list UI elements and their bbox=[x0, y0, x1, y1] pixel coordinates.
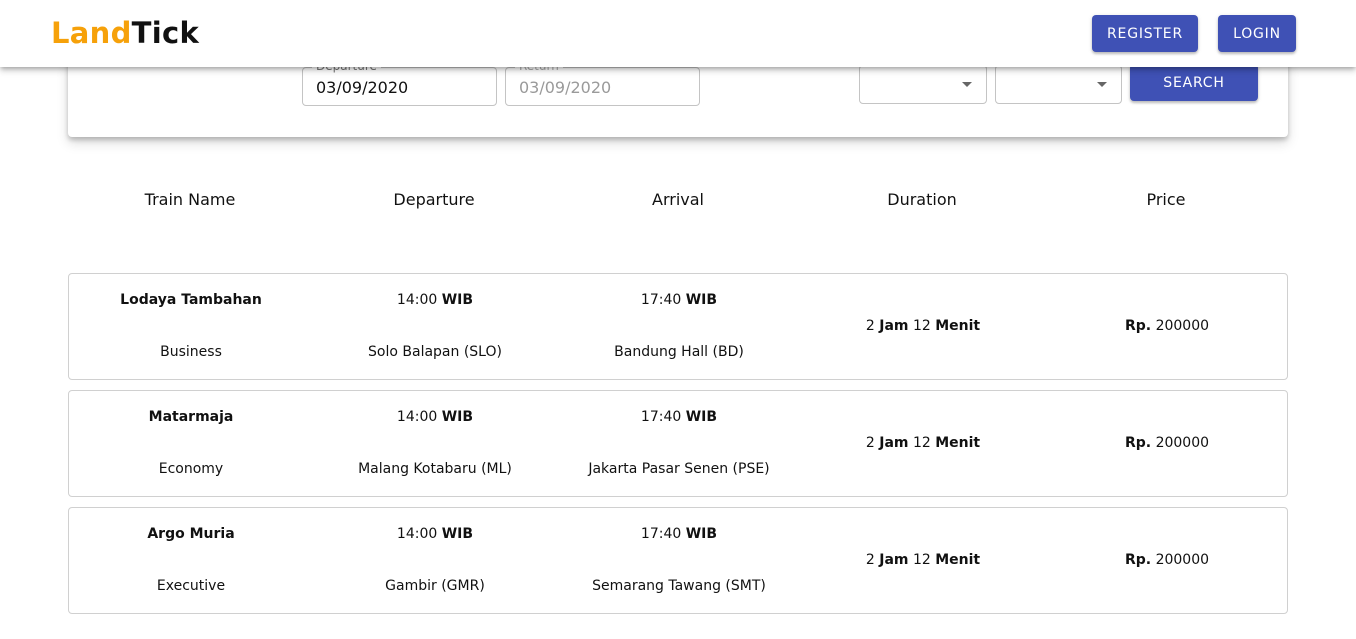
passenger-select-adult[interactable] bbox=[859, 65, 987, 104]
chevron-down-icon bbox=[1097, 82, 1107, 87]
train-row[interactable]: Matarmaja Economy 14:00 WIB Malang Kotab… bbox=[68, 390, 1288, 497]
price-currency: Rp. bbox=[1124, 435, 1152, 451]
arrival-station: Semarang Tawang (SMT) bbox=[592, 578, 766, 594]
arrival-time: 17:40 bbox=[640, 409, 682, 425]
duration-hours: 2 bbox=[865, 435, 875, 451]
departure-time: 14:00 bbox=[396, 526, 438, 542]
return-date-value[interactable]: 03/09/2020 bbox=[519, 78, 611, 97]
train-name: Argo Muria bbox=[147, 526, 235, 542]
header-arrival: Arrival bbox=[652, 190, 704, 209]
train-name: Matarmaja bbox=[148, 409, 234, 425]
duration-minutes: 12 bbox=[912, 552, 931, 568]
departure-time: 14:00 bbox=[396, 409, 438, 425]
departure-station: Malang Kotabaru (ML) bbox=[358, 461, 512, 477]
train-name-cell: Matarmaja Economy bbox=[69, 391, 313, 496]
price-currency: Rp. bbox=[1124, 318, 1152, 334]
price-currency: Rp. bbox=[1124, 552, 1152, 568]
train-class: Executive bbox=[156, 578, 226, 594]
duration-minutes-unit: Menit bbox=[935, 318, 981, 334]
logo[interactable]: LandTick bbox=[51, 15, 199, 51]
duration-cell: 2 Jam 12 Menit bbox=[801, 391, 1045, 496]
arrival-timezone: WIB bbox=[685, 409, 718, 425]
logo-land: Land bbox=[51, 16, 132, 50]
chevron-down-icon bbox=[962, 82, 972, 87]
departure-date-value[interactable]: 03/09/2020 bbox=[316, 78, 408, 97]
logo-tick: Tick bbox=[131, 16, 200, 50]
price-cell: Rp. 200000 bbox=[1045, 391, 1289, 496]
departure-time: 14:00 bbox=[396, 292, 438, 308]
departure-timezone: WIB bbox=[441, 292, 474, 308]
departure-timezone: WIB bbox=[441, 526, 474, 542]
train-row[interactable]: Argo Muria Executive 14:00 WIB Gambir (G… bbox=[68, 507, 1288, 614]
price-value: 200000 bbox=[1155, 552, 1210, 568]
departure-cell: 14:00 WIB Solo Balapan (SLO) bbox=[313, 274, 557, 379]
departure-cell: 14:00 WIB Malang Kotabaru (ML) bbox=[313, 391, 557, 496]
header-departure: Departure bbox=[393, 190, 475, 209]
duration-hours-unit: Jam bbox=[879, 435, 909, 451]
price-cell: Rp. 200000 bbox=[1045, 274, 1289, 379]
duration-minutes: 12 bbox=[912, 318, 931, 334]
arrival-time: 17:40 bbox=[640, 292, 682, 308]
departure-station: Gambir (GMR) bbox=[385, 578, 485, 594]
departure-timezone: WIB bbox=[441, 409, 474, 425]
duration-hours: 2 bbox=[865, 318, 875, 334]
table-header: Train Name Departure Arrival Duration Pr… bbox=[68, 190, 1288, 214]
arrival-time: 17:40 bbox=[640, 526, 682, 542]
arrival-station: Bandung Hall (BD) bbox=[614, 344, 744, 360]
return-date-field[interactable]: Return 03/09/2020 bbox=[505, 59, 700, 106]
price-value: 200000 bbox=[1155, 318, 1210, 334]
duration-cell: 2 Jam 12 Menit bbox=[801, 508, 1045, 613]
arrival-cell: 17:40 WIB Semarang Tawang (SMT) bbox=[557, 508, 801, 613]
duration-hours-unit: Jam bbox=[879, 552, 909, 568]
header-train-name: Train Name bbox=[144, 190, 236, 209]
arrival-timezone: WIB bbox=[685, 526, 718, 542]
train-class: Business bbox=[160, 344, 222, 360]
departure-station: Solo Balapan (SLO) bbox=[368, 344, 502, 360]
train-name-cell: Lodaya Tambahan Business bbox=[69, 274, 313, 379]
train-row[interactable]: Lodaya Tambahan Business 14:00 WIB Solo … bbox=[68, 273, 1288, 380]
arrival-station: Jakarta Pasar Senen (PSE) bbox=[588, 461, 770, 477]
train-class: Economy bbox=[158, 461, 224, 477]
duration-hours: 2 bbox=[865, 552, 875, 568]
header-price: Price bbox=[1146, 190, 1186, 209]
duration-minutes-unit: Menit bbox=[935, 552, 981, 568]
login-button[interactable]: LOGIN bbox=[1218, 15, 1296, 52]
passenger-select-infant[interactable] bbox=[995, 65, 1122, 104]
price-cell: Rp. 200000 bbox=[1045, 508, 1289, 613]
arrival-cell: 17:40 WIB Jakarta Pasar Senen (PSE) bbox=[557, 391, 801, 496]
search-button[interactable]: SEARCH bbox=[1130, 64, 1258, 101]
register-button[interactable]: REGISTER bbox=[1092, 15, 1198, 52]
duration-hours-unit: Jam bbox=[879, 318, 909, 334]
duration-cell: 2 Jam 12 Menit bbox=[801, 274, 1045, 379]
train-name: Lodaya Tambahan bbox=[120, 292, 262, 308]
header-duration: Duration bbox=[887, 190, 957, 209]
price-value: 200000 bbox=[1155, 435, 1210, 451]
arrival-timezone: WIB bbox=[685, 292, 718, 308]
train-name-cell: Argo Muria Executive bbox=[69, 508, 313, 613]
departure-date-field[interactable]: Departure 03/09/2020 bbox=[302, 59, 497, 106]
duration-minutes: 12 bbox=[912, 435, 931, 451]
arrival-cell: 17:40 WIB Bandung Hall (BD) bbox=[557, 274, 801, 379]
duration-minutes-unit: Menit bbox=[935, 435, 981, 451]
departure-cell: 14:00 WIB Gambir (GMR) bbox=[313, 508, 557, 613]
app-bar: LandTick REGISTER LOGIN bbox=[0, 0, 1356, 67]
